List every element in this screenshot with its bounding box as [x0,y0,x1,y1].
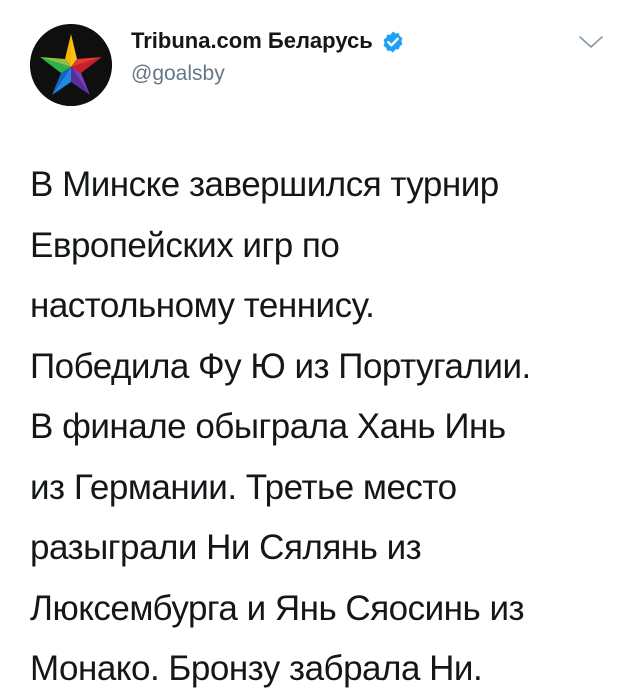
tweet-text-line: Люксембурга и Янь Сяосинь из [30,588,525,628]
chevron-down-icon[interactable] [578,34,604,50]
tweet-text-line: из Германии. Третье место [30,467,457,507]
tweet-text-line: настольному теннису. [30,286,375,325]
tweet-text: В Минске завершился турнир Европейских и… [30,155,630,700]
author-name[interactable]: Tribuna.com Беларусь [131,28,373,54]
tweet-text-line: В Минске завершился турнир [30,165,499,204]
tweet-text-line: Европейских игр по [30,225,340,265]
verified-badge-icon [383,31,403,52]
avatar[interactable] [30,24,112,106]
tweet-text-line: Монако. Бронзу забрала Ни. [30,649,483,688]
tweet-text-line: разыграли Ни Сялянь из [30,528,422,567]
tweet-text-line: В финале обыграла Хань Инь [30,407,506,446]
author-row: Tribuna.com Беларусь [131,28,405,54]
tweet-card: Tribuna.com Беларусь @goalsby В Минске з… [0,0,636,697]
tweet-text-line: Победила Фу Ю из Португалии. [30,346,531,386]
star-logo-icon [30,24,112,106]
author-handle[interactable]: @goalsby [131,62,225,86]
